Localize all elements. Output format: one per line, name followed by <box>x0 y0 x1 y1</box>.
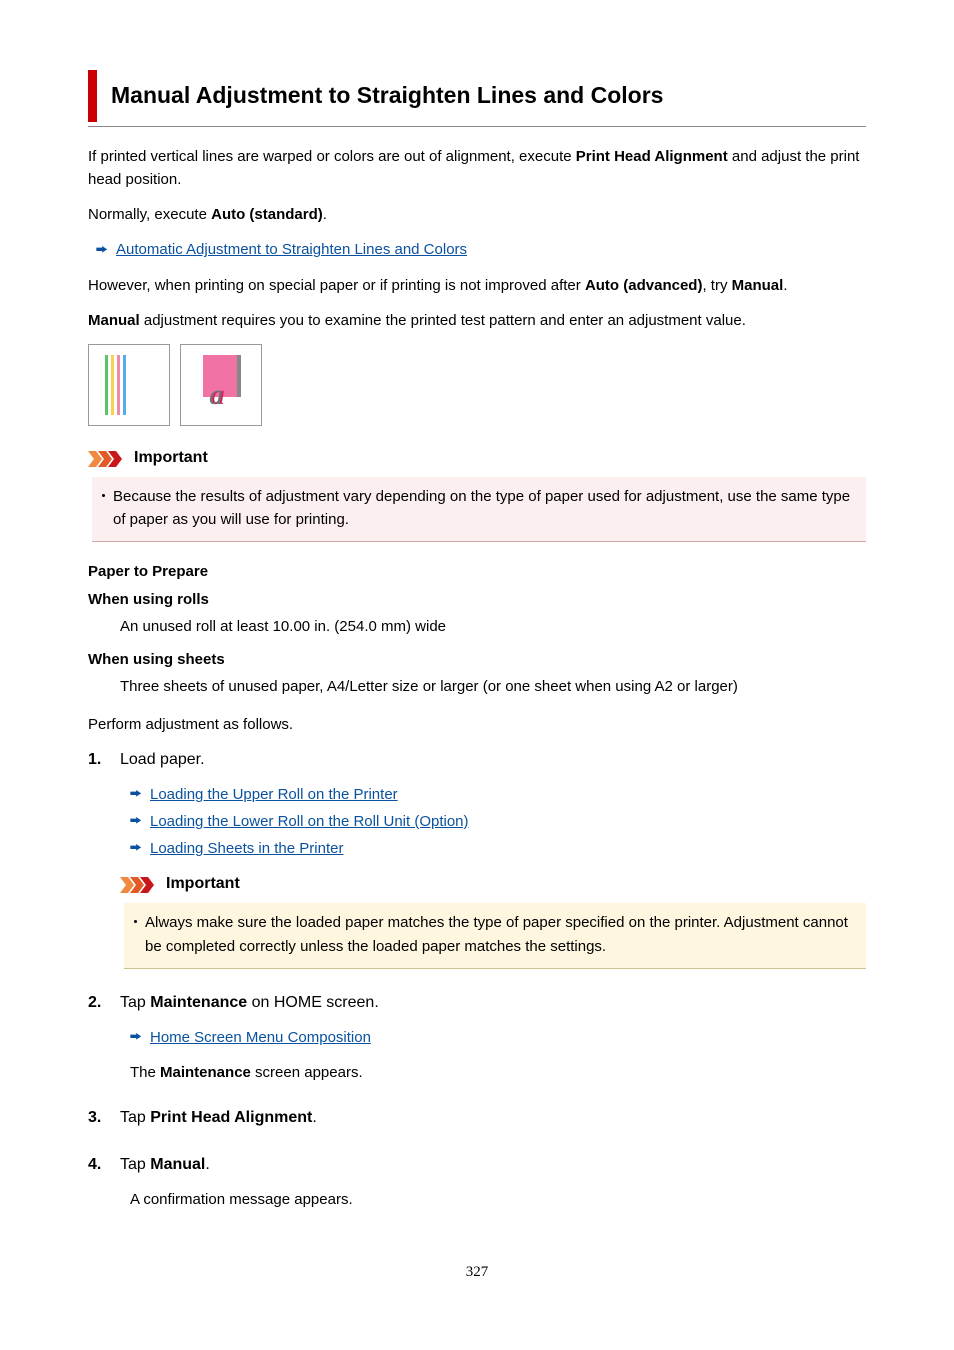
perform-text: Perform adjustment as follows. <box>88 713 866 736</box>
rolls-def: An unused roll at least 10.00 in. (254.0… <box>120 615 866 638</box>
step-3: Tap Print Head Alignment. <box>88 1106 866 1131</box>
link-load-lower-roll[interactable]: Loading the Lower Roll on the Roll Unit … <box>130 810 866 833</box>
intro-paragraph-4: Manual adjustment requires you to examin… <box>88 309 866 332</box>
important-callout: Important Because the results of adjustm… <box>88 446 866 542</box>
page-title: Manual Adjustment to Straighten Lines an… <box>88 70 866 122</box>
link-text: Loading Sheets in the Printer <box>150 837 343 860</box>
arrow-icon <box>96 246 110 256</box>
link-auto-adjustment[interactable]: Automatic Adjustment to Straighten Lines… <box>96 238 866 261</box>
step-4-head: Tap Manual. <box>120 1153 866 1178</box>
intro-paragraph-2: Normally, execute Auto (standard). <box>88 203 866 226</box>
illustration-misregistration: a <box>180 344 262 426</box>
step-3-head: Tap Print Head Alignment. <box>120 1106 866 1131</box>
important-item: Because the results of adjustment vary d… <box>102 485 856 532</box>
paper-to-prepare-heading: Paper to Prepare <box>88 560 866 583</box>
step-2: Tap Maintenance on HOME screen. Home Scr… <box>88 991 866 1084</box>
arrow-icon <box>130 844 144 854</box>
page-number: 327 <box>88 1261 866 1284</box>
link-load-upper-roll[interactable]: Loading the Upper Roll on the Printer <box>130 783 866 806</box>
chevrons-icon <box>120 877 160 893</box>
arrow-icon <box>130 817 144 827</box>
important-label: Important <box>134 446 208 471</box>
rolls-term: When using rolls <box>88 588 866 611</box>
step-2-body: The Maintenance screen appears. <box>130 1061 866 1084</box>
title-rule <box>88 126 866 127</box>
important-item: Always make sure the loaded paper matche… <box>134 911 856 958</box>
arrow-icon <box>130 790 144 800</box>
intro-paragraph-1: If printed vertical lines are warped or … <box>88 145 866 192</box>
link-text: Automatic Adjustment to Straighten Lines… <box>116 238 467 261</box>
illustration-stripes <box>88 344 170 426</box>
step-4: Tap Manual. A confirmation message appea… <box>88 1153 866 1211</box>
intro-paragraph-3: However, when printing on special paper … <box>88 274 866 297</box>
link-text: Home Screen Menu Composition <box>150 1026 371 1049</box>
link-text: Loading the Upper Roll on the Printer <box>150 783 398 806</box>
step-2-head: Tap Maintenance on HOME screen. <box>120 991 866 1016</box>
step-1-important-callout: Important Always make sure the loaded pa… <box>120 872 866 968</box>
chevrons-icon <box>88 451 128 467</box>
step-4-body: A confirmation message appears. <box>130 1188 866 1211</box>
illustration-row: a <box>88 344 866 426</box>
link-load-sheets[interactable]: Loading Sheets in the Printer <box>130 837 866 860</box>
step-1: Load paper. Loading the Upper Roll on th… <box>88 748 866 969</box>
link-home-screen-composition[interactable]: Home Screen Menu Composition <box>130 1026 866 1049</box>
arrow-icon <box>130 1033 144 1043</box>
link-text: Loading the Lower Roll on the Roll Unit … <box>150 810 469 833</box>
sheets-def: Three sheets of unused paper, A4/Letter … <box>120 675 866 698</box>
sheets-term: When using sheets <box>88 648 866 671</box>
important-label: Important <box>166 872 240 897</box>
step-1-head: Load paper. <box>120 748 866 773</box>
